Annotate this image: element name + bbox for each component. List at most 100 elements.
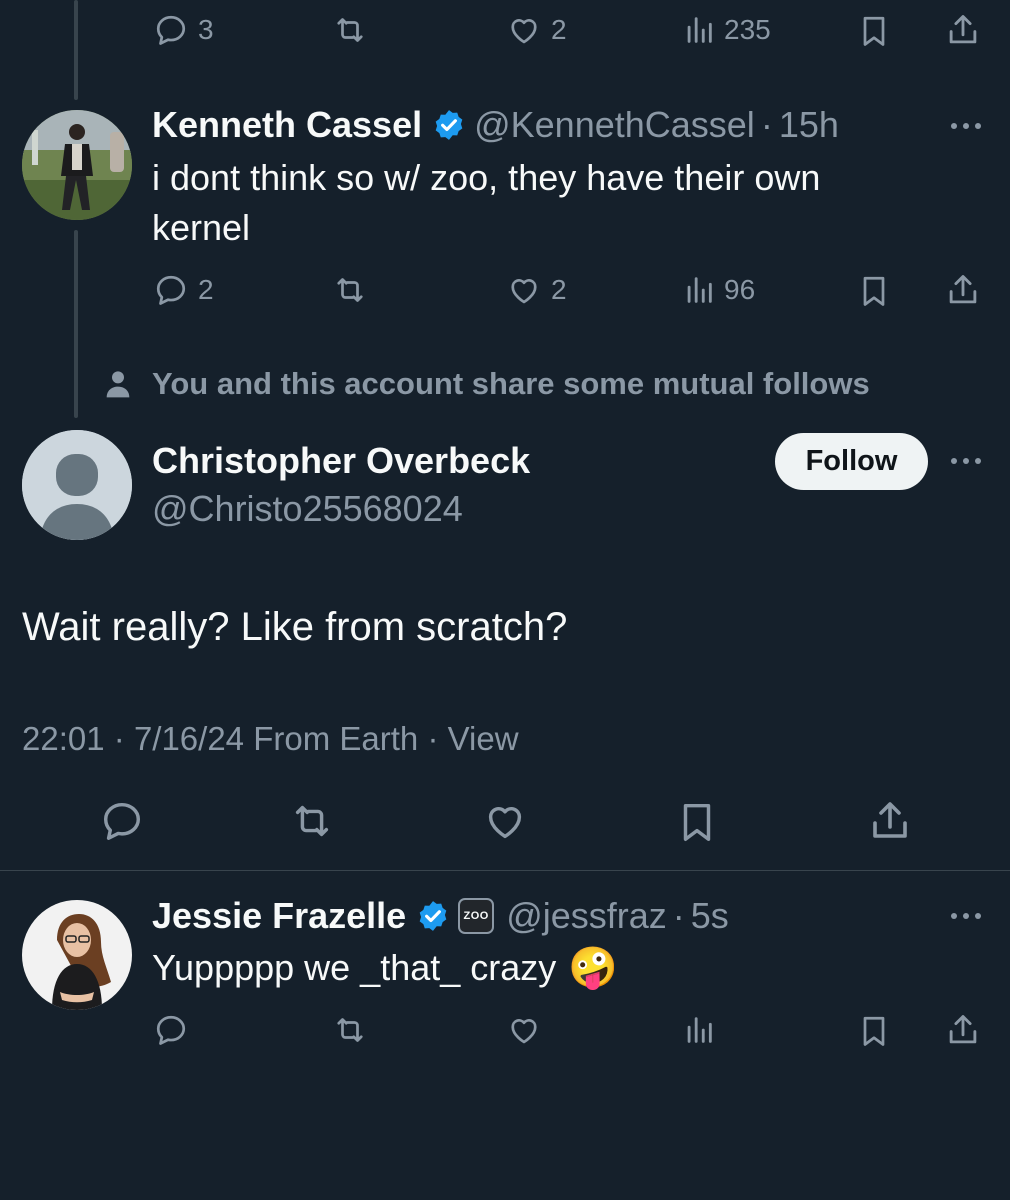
reply-count: 3 — [198, 14, 214, 45]
share-button[interactable] — [944, 10, 982, 50]
reply-button[interactable]: 2 — [152, 272, 214, 308]
tweet-text: Yuppppp we _that_ crazy 🤪 — [152, 943, 618, 993]
bookmark-icon — [863, 276, 885, 306]
default-avatar[interactable] — [22, 430, 132, 540]
display-name[interactable]: Christopher Overbeck — [152, 440, 530, 482]
retweet-button[interactable] — [330, 272, 370, 308]
like-button[interactable]: 2 — [505, 272, 567, 308]
tweet-time[interactable]: 15h — [779, 104, 839, 146]
reply-icon — [156, 275, 186, 305]
like-icon — [511, 1019, 537, 1044]
bookmark-button[interactable] — [856, 1012, 892, 1050]
person-icon — [106, 371, 130, 398]
bookmark-icon — [683, 803, 711, 841]
more-icon[interactable] — [948, 116, 984, 136]
thread-line-middle — [74, 230, 78, 418]
avatar[interactable] — [22, 900, 132, 1010]
tweet-thread-page: 3 2 235 Kenneth Cassel @KennethCassel · … — [0, 0, 1010, 1200]
bookmark-icon — [863, 16, 885, 46]
user-handle[interactable]: @Christo25568024 — [152, 488, 463, 530]
views-icon — [687, 1017, 712, 1043]
like-button[interactable] — [481, 798, 529, 844]
tweet-text: i dont think so w/ zoo, they have their … — [152, 153, 820, 253]
display-name[interactable]: Jessie Frazelle — [152, 895, 406, 937]
tweet-header: Kenneth Cassel @KennethCassel · 15h — [152, 104, 839, 146]
tweet-text-line: kernel — [152, 207, 251, 248]
mutual-follows-text: You and this account share some mutual f… — [152, 366, 870, 401]
bookmark-button[interactable] — [856, 272, 892, 310]
share-icon — [873, 802, 907, 838]
focus-tweet-name: Christopher Overbeck — [152, 440, 530, 482]
more-icon[interactable] — [948, 906, 984, 926]
reply-button[interactable]: 3 — [152, 12, 214, 48]
share-button[interactable] — [944, 1010, 982, 1050]
retweet-icon — [337, 18, 363, 42]
views-button[interactable] — [682, 1012, 716, 1048]
like-count: 2 — [551, 274, 567, 305]
reply-icon — [156, 1015, 186, 1045]
display-name[interactable]: Kenneth Cassel — [152, 104, 422, 146]
like-button[interactable] — [505, 1012, 543, 1048]
tweet-time[interactable]: 22:01 — [22, 720, 105, 757]
reply-count: 2 — [198, 274, 214, 305]
retweet-icon — [295, 805, 329, 837]
follow-button[interactable]: Follow — [775, 433, 928, 490]
verified-icon — [419, 901, 447, 931]
tweet-location: From Earth — [253, 720, 419, 757]
share-icon — [949, 15, 977, 44]
retweet-button[interactable] — [330, 1012, 370, 1048]
share-button[interactable] — [944, 270, 982, 310]
user-handle[interactable]: @jessfraz — [506, 895, 667, 937]
retweet-button[interactable] — [286, 798, 338, 844]
tweet-date[interactable]: 7/16/24 — [134, 720, 244, 757]
reply-icon — [156, 15, 186, 45]
retweet-icon — [337, 278, 363, 302]
verified-icon — [435, 110, 463, 140]
retweet-icon — [337, 1018, 363, 1042]
views-icon — [687, 277, 712, 303]
like-button[interactable]: 2 — [505, 12, 567, 48]
like-count: 2 — [551, 14, 567, 45]
tweet-time[interactable]: 5s — [691, 895, 729, 937]
separator-dot: · — [672, 895, 685, 936]
mutual-follows-notice: You and this account share some mutual f… — [102, 366, 870, 402]
separator-dot: · — [113, 720, 134, 757]
view-count: 96 — [724, 274, 756, 305]
tweet-text-line: i dont think so w/ zoo, they have their … — [152, 157, 821, 198]
like-icon — [488, 807, 522, 839]
retweet-button[interactable] — [330, 12, 370, 48]
tweet-metadata: 22:01 · 7/16/24 From Earth · View — [22, 720, 519, 758]
views-button[interactable]: 235 — [682, 12, 771, 48]
share-icon — [949, 1015, 977, 1044]
bookmark-button[interactable] — [674, 798, 720, 846]
share-button[interactable] — [866, 796, 914, 846]
like-icon — [511, 279, 537, 304]
more-icon[interactable] — [948, 451, 984, 471]
zany-face-emoji: 🤪 — [568, 946, 619, 990]
focus-tweet-handle-line: @Christo25568024 — [152, 488, 463, 530]
reply-icon — [103, 802, 141, 840]
focus-action-bar — [0, 798, 1010, 848]
reply-button[interactable] — [98, 798, 146, 844]
divider — [0, 870, 1010, 871]
tweet-text-line: Yuppppp we _that_ crazy — [152, 947, 557, 988]
views-button[interactable]: 96 — [682, 272, 755, 308]
top-action-bar: 3 2 235 — [0, 10, 1010, 50]
affiliate-badge[interactable]: ZOO — [458, 898, 495, 934]
view-count: 235 — [724, 14, 771, 45]
view-link[interactable]: View — [448, 720, 519, 757]
user-handle[interactable]: @KennethCassel — [474, 104, 755, 146]
share-icon — [949, 275, 977, 304]
bookmark-button[interactable] — [856, 12, 892, 50]
separator-dot: · — [760, 104, 773, 145]
bookmark-icon — [863, 1016, 885, 1046]
tweet-action-bar — [0, 1010, 1010, 1050]
focus-tweet-text: Wait really? Like from scratch? — [22, 605, 568, 649]
tweet-header: Jessie Frazelle ZOO @jessfraz · 5s — [152, 895, 729, 937]
reply-button[interactable] — [152, 1012, 190, 1048]
like-icon — [511, 19, 537, 44]
views-icon — [687, 17, 712, 43]
avatar[interactable] — [22, 110, 132, 220]
separator-dot: · — [427, 720, 448, 757]
tweet-action-bar: 2 2 96 — [0, 270, 1010, 310]
